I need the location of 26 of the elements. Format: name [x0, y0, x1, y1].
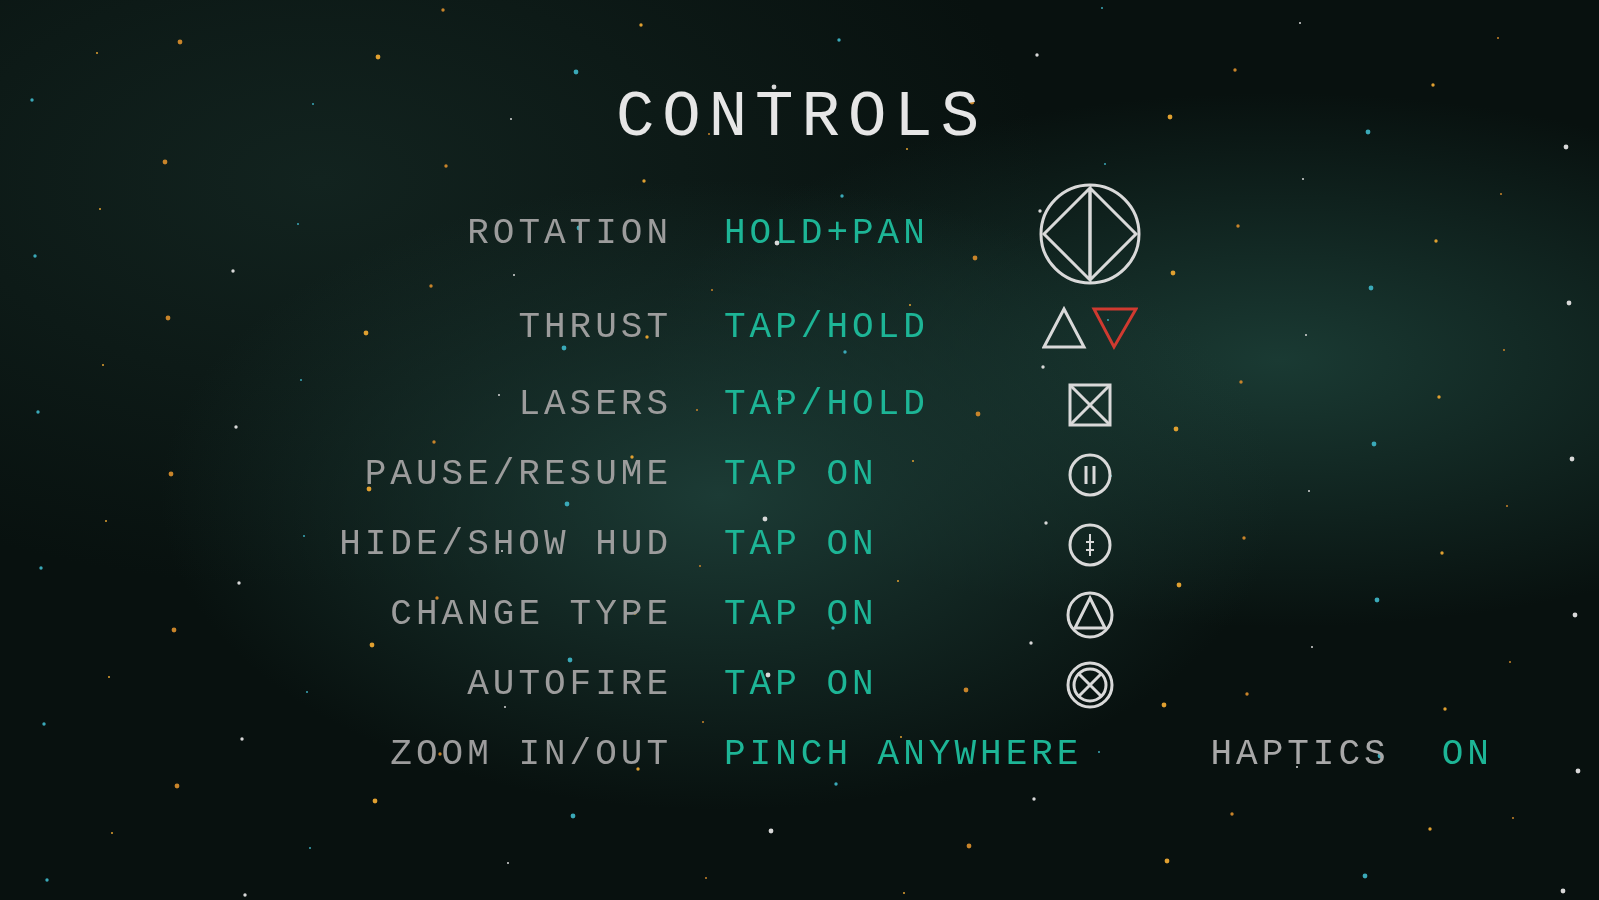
pause-icon — [1067, 452, 1113, 498]
control-gesture: TAP ON — [724, 593, 878, 637]
control-label: ROTATION — [467, 212, 672, 256]
setting-toggle[interactable]: ON — [1441, 728, 1493, 782]
setting-label: HAPTICS — [1210, 733, 1390, 777]
rotation-dial-icon — [1038, 182, 1142, 286]
control-label: ZOOM IN/OUT — [390, 733, 672, 777]
control-label: LASERS — [518, 383, 672, 427]
control-label: HIDE/SHOW HUD — [339, 523, 672, 567]
control-gesture: TAP ON — [724, 523, 878, 567]
control-label: THRUST — [518, 306, 672, 350]
control-gesture: HOLD+PAN — [724, 212, 929, 256]
control-gesture: TAP/HOLD — [724, 306, 929, 350]
crossed-square-icon — [1067, 382, 1113, 428]
thrust-triangles-icon — [1042, 305, 1138, 351]
control-gesture: TAP ON — [724, 663, 878, 707]
control-label: AUTOFIRE — [467, 663, 672, 707]
triangle-in-circle-icon — [1065, 590, 1115, 640]
screen-title: CONTROLS — [615, 86, 988, 150]
circle-marker-icon — [1067, 522, 1113, 568]
control-label: CHANGE TYPE — [390, 593, 672, 637]
control-label: PAUSE/RESUME — [364, 453, 672, 497]
control-gesture: TAP/HOLD — [724, 383, 929, 427]
crossed-circle-icon — [1065, 660, 1115, 710]
control-gesture: PINCH ANYWHERE — [724, 733, 1083, 777]
control-gesture: TAP ON — [724, 453, 878, 497]
